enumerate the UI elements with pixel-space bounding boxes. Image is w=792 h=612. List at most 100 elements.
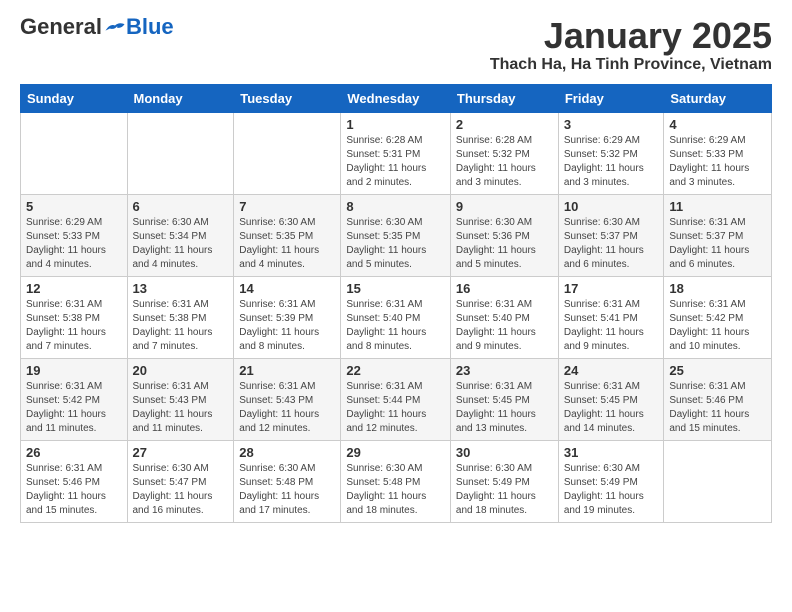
day-number: 19 [26, 363, 122, 378]
day-number: 15 [346, 281, 445, 296]
day-number: 11 [669, 199, 766, 214]
day-number: 9 [456, 199, 553, 214]
logo: General Blue [20, 16, 174, 38]
calendar-day-cell: 9Sunrise: 6:30 AM Sunset: 5:36 PM Daylig… [450, 194, 558, 276]
calendar-day-cell: 13Sunrise: 6:31 AM Sunset: 5:38 PM Dayli… [127, 276, 234, 358]
calendar-day-cell [664, 440, 772, 522]
calendar-week-row: 26Sunrise: 6:31 AM Sunset: 5:46 PM Dayli… [21, 440, 772, 522]
day-info: Sunrise: 6:30 AM Sunset: 5:49 PM Dayligh… [564, 462, 659, 518]
day-number: 1 [346, 117, 445, 132]
day-info: Sunrise: 6:30 AM Sunset: 5:48 PM Dayligh… [346, 462, 445, 518]
day-info: Sunrise: 6:31 AM Sunset: 5:46 PM Dayligh… [669, 380, 766, 436]
calendar-week-row: 12Sunrise: 6:31 AM Sunset: 5:38 PM Dayli… [21, 276, 772, 358]
day-number: 16 [456, 281, 553, 296]
calendar-day-cell: 23Sunrise: 6:31 AM Sunset: 5:45 PM Dayli… [450, 358, 558, 440]
calendar-day-cell: 2 Sunrise: 6:28 AM Sunset: 5:32 PM Daylig… [450, 112, 558, 194]
calendar-day-cell: 29Sunrise: 6:30 AM Sunset: 5:48 PM Dayli… [341, 440, 451, 522]
calendar-day-cell: 7Sunrise: 6:30 AM Sunset: 5:35 PM Daylig… [234, 194, 341, 276]
calendar-day-cell: 18 Sunrise: 6:31 AM Sunset: 5:42 PM Dayli… [664, 276, 772, 358]
day-info: Sunrise: 6:31 AM Sunset: 5:43 PM Dayligh… [133, 380, 229, 436]
day-info: Sunrise: 6:28 AM Sunset: 5:32 PM Dayligh… [456, 134, 553, 190]
day-of-week-header: Wednesday [341, 84, 451, 112]
day-number: 13 [133, 281, 229, 296]
calendar-day-cell [21, 112, 128, 194]
calendar-day-cell: 12Sunrise: 6:31 AM Sunset: 5:38 PM Dayli… [21, 276, 128, 358]
day-info: Sunrise: 6:31 AM Sunset: 5:40 PM Dayligh… [346, 298, 445, 354]
calendar-day-cell: 16 Sunrise: 6:31 AM Sunset: 5:40 PM Dayli… [450, 276, 558, 358]
day-number: 22 [346, 363, 445, 378]
calendar-week-row: 5Sunrise: 6:29 AM Sunset: 5:33 PM Daylig… [21, 194, 772, 276]
calendar-day-cell: 17Sunrise: 6:31 AM Sunset: 5:41 PM Dayli… [558, 276, 664, 358]
day-number: 28 [239, 445, 335, 460]
day-number: 20 [133, 363, 229, 378]
day-info: Sunrise: 6:31 AM Sunset: 5:37 PM Dayligh… [669, 216, 766, 272]
calendar-day-cell: 4 Sunrise: 6:29 AM Sunset: 5:33 PM Daylig… [664, 112, 772, 194]
page-header: General Blue January 2025 Thach Ha, Ha T… [20, 16, 772, 74]
day-info: Sunrise: 6:29 AM Sunset: 5:33 PM Dayligh… [669, 134, 766, 190]
day-info: Sunrise: 6:30 AM Sunset: 5:34 PM Dayligh… [133, 216, 229, 272]
calendar-table: SundayMondayTuesdayWednesdayThursdayFrid… [20, 84, 772, 523]
calendar-day-cell: 8Sunrise: 6:30 AM Sunset: 5:35 PM Daylig… [341, 194, 451, 276]
day-number: 4 [669, 117, 766, 132]
month-title: January 2025 [490, 16, 772, 56]
day-info: Sunrise: 6:31 AM Sunset: 5:45 PM Dayligh… [456, 380, 553, 436]
day-number: 3 [564, 117, 659, 132]
day-info: Sunrise: 6:30 AM Sunset: 5:48 PM Dayligh… [239, 462, 335, 518]
calendar-day-cell: 19 Sunrise: 6:31 AM Sunset: 5:42 PM Dayli… [21, 358, 128, 440]
calendar-day-cell: 22 Sunrise: 6:31 AM Sunset: 5:44 PM Dayli… [341, 358, 451, 440]
day-of-week-header: Sunday [21, 84, 128, 112]
calendar-day-cell [127, 112, 234, 194]
calendar-day-cell: 15 Sunrise: 6:31 AM Sunset: 5:40 PM Dayli… [341, 276, 451, 358]
day-info: Sunrise: 6:31 AM Sunset: 5:44 PM Dayligh… [346, 380, 445, 436]
calendar-day-cell: 6Sunrise: 6:30 AM Sunset: 5:34 PM Daylig… [127, 194, 234, 276]
calendar-day-cell: 21 Sunrise: 6:31 AM Sunset: 5:43 PM Dayli… [234, 358, 341, 440]
day-number: 30 [456, 445, 553, 460]
calendar-day-cell: 26Sunrise: 6:31 AM Sunset: 5:46 PM Dayli… [21, 440, 128, 522]
day-number: 25 [669, 363, 766, 378]
day-info: Sunrise: 6:30 AM Sunset: 5:47 PM Dayligh… [133, 462, 229, 518]
calendar-day-cell: 14 Sunrise: 6:31 AM Sunset: 5:39 PM Dayli… [234, 276, 341, 358]
day-info: Sunrise: 6:30 AM Sunset: 5:49 PM Dayligh… [456, 462, 553, 518]
day-number: 31 [564, 445, 659, 460]
day-info: Sunrise: 6:31 AM Sunset: 5:39 PM Dayligh… [239, 298, 335, 354]
day-info: Sunrise: 6:31 AM Sunset: 5:42 PM Dayligh… [669, 298, 766, 354]
calendar-day-cell: 20 Sunrise: 6:31 AM Sunset: 5:43 PM Dayli… [127, 358, 234, 440]
day-info: Sunrise: 6:31 AM Sunset: 5:40 PM Dayligh… [456, 298, 553, 354]
title-block: January 2025 Thach Ha, Ha Tinh Province,… [490, 16, 772, 74]
day-number: 27 [133, 445, 229, 460]
day-info: Sunrise: 6:30 AM Sunset: 5:35 PM Dayligh… [346, 216, 445, 272]
day-number: 5 [26, 199, 122, 214]
calendar-day-cell: 24Sunrise: 6:31 AM Sunset: 5:45 PM Dayli… [558, 358, 664, 440]
calendar-day-cell: 27 Sunrise: 6:30 AM Sunset: 5:47 PM Dayli… [127, 440, 234, 522]
day-info: Sunrise: 6:29 AM Sunset: 5:32 PM Dayligh… [564, 134, 659, 190]
day-info: Sunrise: 6:28 AM Sunset: 5:31 PM Dayligh… [346, 134, 445, 190]
day-number: 21 [239, 363, 335, 378]
logo-general-text: General [20, 16, 102, 38]
calendar-day-cell: 5Sunrise: 6:29 AM Sunset: 5:33 PM Daylig… [21, 194, 128, 276]
day-number: 2 [456, 117, 553, 132]
day-info: Sunrise: 6:31 AM Sunset: 5:43 PM Dayligh… [239, 380, 335, 436]
calendar-day-cell: 1 Sunrise: 6:28 AM Sunset: 5:31 PM Daylig… [341, 112, 451, 194]
calendar-header-row: SundayMondayTuesdayWednesdayThursdayFrid… [21, 84, 772, 112]
logo-bird-icon [104, 16, 126, 38]
day-number: 24 [564, 363, 659, 378]
calendar-day-cell: 31 Sunrise: 6:30 AM Sunset: 5:49 PM Dayli… [558, 440, 664, 522]
logo-blue-text: Blue [126, 16, 174, 38]
day-info: Sunrise: 6:31 AM Sunset: 5:41 PM Dayligh… [564, 298, 659, 354]
day-info: Sunrise: 6:30 AM Sunset: 5:35 PM Dayligh… [239, 216, 335, 272]
calendar-day-cell: 28 Sunrise: 6:30 AM Sunset: 5:48 PM Dayli… [234, 440, 341, 522]
day-of-week-header: Saturday [664, 84, 772, 112]
day-number: 18 [669, 281, 766, 296]
calendar-week-row: 19 Sunrise: 6:31 AM Sunset: 5:42 PM Dayli… [21, 358, 772, 440]
day-of-week-header: Tuesday [234, 84, 341, 112]
day-number: 10 [564, 199, 659, 214]
day-info: Sunrise: 6:30 AM Sunset: 5:37 PM Dayligh… [564, 216, 659, 272]
day-number: 12 [26, 281, 122, 296]
calendar-week-row: 1 Sunrise: 6:28 AM Sunset: 5:31 PM Daylig… [21, 112, 772, 194]
calendar-day-cell: 3 Sunrise: 6:29 AM Sunset: 5:32 PM Daylig… [558, 112, 664, 194]
day-of-week-header: Thursday [450, 84, 558, 112]
location-title: Thach Ha, Ha Tinh Province, Vietnam [490, 56, 772, 74]
day-number: 14 [239, 281, 335, 296]
day-info: Sunrise: 6:31 AM Sunset: 5:42 PM Dayligh… [26, 380, 122, 436]
calendar-day-cell: 25 Sunrise: 6:31 AM Sunset: 5:46 PM Dayli… [664, 358, 772, 440]
